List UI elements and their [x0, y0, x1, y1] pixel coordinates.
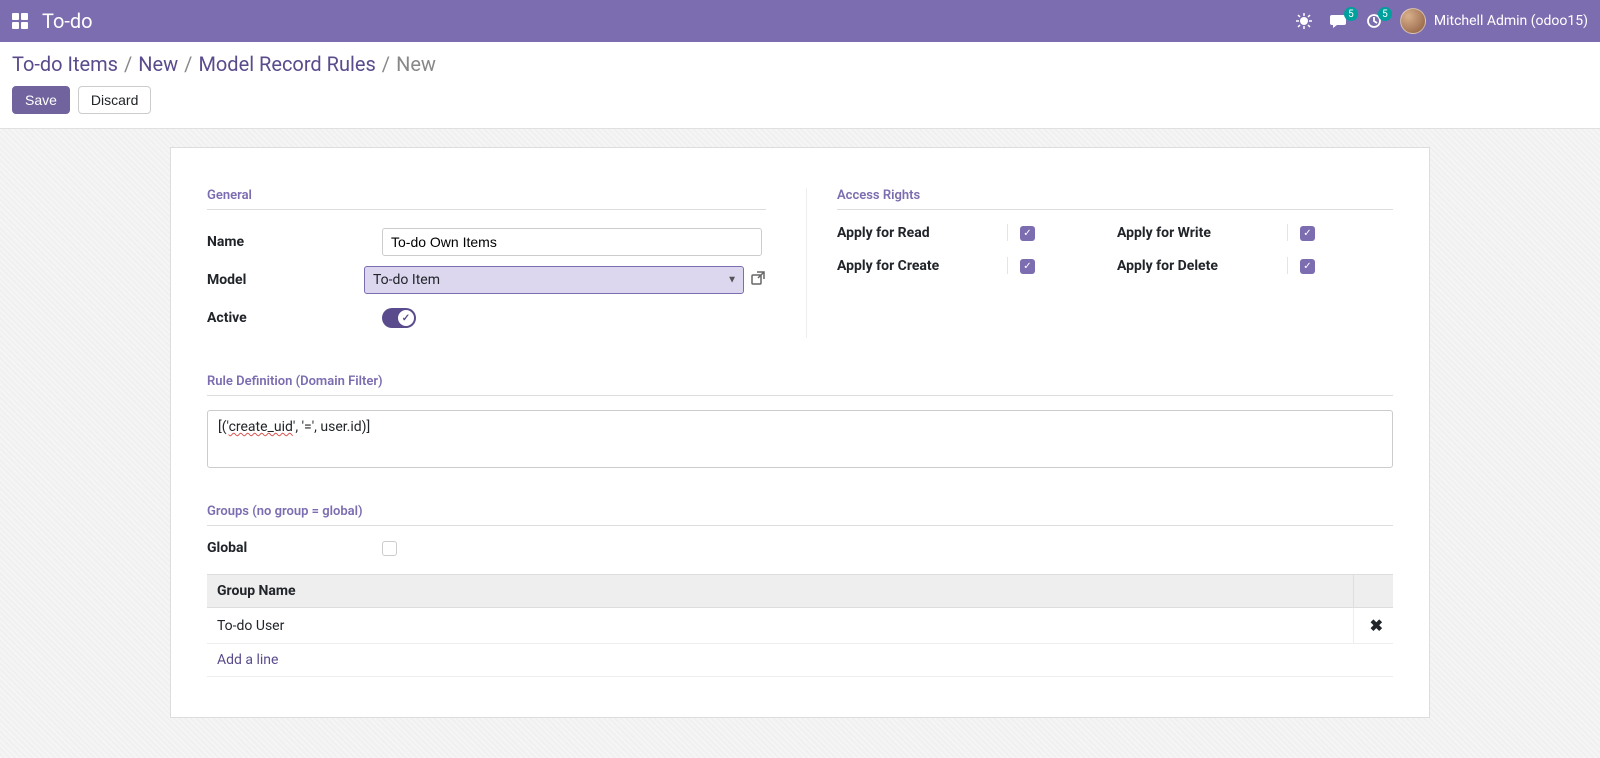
apps-icon[interactable] — [12, 13, 28, 29]
table-row[interactable]: To-do User ✖ — [207, 608, 1393, 644]
section-general-title: General — [207, 188, 766, 210]
name-label: Name — [207, 234, 382, 250]
activities-badge: 5 — [1378, 7, 1392, 21]
domain-text-prefix: [(' — [218, 419, 229, 435]
groups-table-header: Group Name — [207, 575, 1353, 608]
discard-button[interactable]: Discard — [78, 86, 151, 114]
domain-filter-input[interactable]: [('create_uid', '=', user.id)] — [207, 410, 1393, 468]
activities-icon[interactable]: 5 — [1366, 13, 1382, 29]
top-navbar: To-do 5 5 Mitchell Admin (odoo15) — [0, 0, 1600, 42]
breadcrumb-item[interactable]: New — [138, 52, 178, 76]
active-toggle[interactable]: ✓ — [382, 308, 416, 328]
messages-icon[interactable]: 5 — [1330, 13, 1348, 29]
apply-read-checkbox[interactable]: ✓ — [1020, 226, 1035, 241]
save-button[interactable]: Save — [12, 86, 70, 114]
model-value: To-do Item — [373, 272, 440, 288]
apply-write-label: Apply for Write — [1117, 225, 1287, 241]
global-checkbox[interactable] — [382, 541, 397, 556]
messages-badge: 5 — [1344, 7, 1358, 21]
delete-row-icon[interactable]: ✖ — [1353, 608, 1393, 644]
breadcrumb-item[interactable]: Model Record Rules — [198, 52, 375, 76]
debug-icon[interactable] — [1296, 13, 1312, 29]
apply-delete-checkbox[interactable]: ✓ — [1300, 259, 1315, 274]
name-input[interactable] — [382, 228, 762, 256]
form-sheet: General Name Model To-do Item ▼ — [170, 147, 1430, 718]
apply-create-label: Apply for Create — [837, 258, 1007, 274]
user-name: Mitchell Admin (odoo15) — [1434, 13, 1588, 29]
breadcrumb-sep: / — [124, 52, 132, 76]
model-select[interactable]: To-do Item ▼ — [364, 266, 744, 294]
breadcrumb: To-do Items / New / Model Record Rules /… — [12, 52, 1588, 76]
add-line-link[interactable]: Add a line — [217, 652, 278, 668]
active-label: Active — [207, 310, 382, 326]
domain-text-spell: create_uid — [229, 419, 293, 435]
breadcrumb-sep: / — [184, 52, 192, 76]
model-label: Model — [207, 272, 364, 288]
breadcrumb-sep: / — [382, 52, 390, 76]
groups-table-header-delete — [1353, 575, 1393, 608]
apply-read-label: Apply for Read — [837, 225, 1007, 241]
user-menu[interactable]: Mitchell Admin (odoo15) — [1400, 8, 1588, 34]
apply-create-checkbox[interactable]: ✓ — [1020, 259, 1035, 274]
check-icon: ✓ — [398, 310, 414, 326]
section-access-title: Access Rights — [837, 188, 1393, 210]
groups-table: Group Name To-do User ✖ Add a line — [207, 574, 1393, 677]
breadcrumb-item[interactable]: To-do Items — [12, 52, 118, 76]
group-name-cell: To-do User — [207, 608, 1353, 644]
avatar — [1400, 8, 1426, 34]
domain-text-suffix: ', '=', user.id)] — [293, 419, 370, 435]
section-groups-title: Groups (no group = global) — [207, 504, 1393, 526]
external-link-icon[interactable] — [750, 270, 766, 290]
table-row-add: Add a line — [207, 644, 1393, 677]
global-label: Global — [207, 540, 382, 556]
chevron-down-icon: ▼ — [727, 275, 737, 286]
breadcrumb-current: New — [396, 52, 436, 76]
app-title: To-do — [42, 9, 93, 33]
control-panel: To-do Items / New / Model Record Rules /… — [0, 42, 1600, 129]
section-rule-title: Rule Definition (Domain Filter) — [207, 374, 1393, 396]
apply-delete-label: Apply for Delete — [1117, 258, 1287, 274]
apply-write-checkbox[interactable]: ✓ — [1300, 226, 1315, 241]
